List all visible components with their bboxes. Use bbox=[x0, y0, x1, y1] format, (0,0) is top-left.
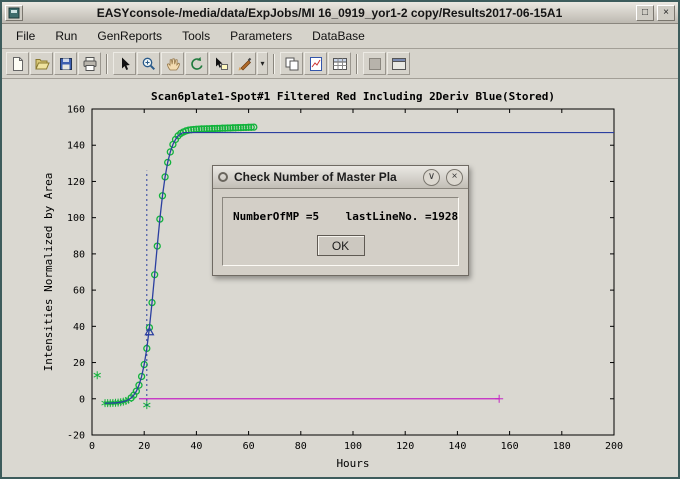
dialog-close-button[interactable]: × bbox=[446, 169, 463, 186]
svg-text:40: 40 bbox=[73, 322, 85, 333]
dialog-collapse-button[interactable]: ∨ bbox=[423, 169, 440, 186]
window-title: EASYconsole-/media/data/ExpJobs/MI 16_09… bbox=[26, 6, 633, 20]
dialog-panel: NumberOfMP =5 lastLineNo. =1928 OK bbox=[222, 197, 459, 266]
svg-text:0: 0 bbox=[79, 394, 85, 405]
svg-text:80: 80 bbox=[73, 249, 85, 260]
dialog-title-bar[interactable]: Check Number of Master Pla ∨ × bbox=[213, 166, 468, 189]
pan-hand-icon bbox=[165, 56, 181, 72]
new-document-button[interactable] bbox=[6, 52, 29, 75]
selection-cursor-button[interactable] bbox=[113, 52, 136, 75]
selection-cursor-icon bbox=[117, 56, 133, 72]
menu-tools[interactable]: Tools bbox=[172, 25, 220, 47]
svg-text:0: 0 bbox=[89, 441, 95, 452]
svg-text:40: 40 bbox=[190, 441, 202, 452]
rotate-button[interactable] bbox=[185, 52, 208, 75]
svg-text:160: 160 bbox=[67, 105, 85, 116]
svg-text:180: 180 bbox=[553, 441, 571, 452]
new-document-icon bbox=[10, 56, 26, 72]
dialog-body: NumberOfMP =5 lastLineNo. =1928 OK bbox=[213, 189, 468, 275]
check-number-dialog: Check Number of Master Pla ∨ × NumberOfM… bbox=[212, 165, 469, 276]
open-folder-icon bbox=[34, 56, 50, 72]
menu-database[interactable]: DataBase bbox=[302, 25, 375, 47]
data-grid-button[interactable] bbox=[328, 52, 351, 75]
plot-canvas[interactable]: 0 20 40 60 80 100 120 140 160 180 200 -20 0 20 40 60 80 1… bbox=[2, 79, 678, 478]
toolbar: ▾ bbox=[2, 49, 678, 79]
figure-document-icon bbox=[308, 56, 324, 72]
zoom-in-button[interactable] bbox=[137, 52, 160, 75]
zoom-in-icon bbox=[141, 56, 157, 72]
data-cursor-icon bbox=[213, 56, 229, 72]
figure-document-button[interactable] bbox=[304, 52, 327, 75]
print-button[interactable] bbox=[78, 52, 101, 75]
window-title-bar[interactable]: EASYconsole-/media/data/ExpJobs/MI 16_09… bbox=[2, 2, 678, 24]
ok-button[interactable]: OK bbox=[317, 235, 365, 256]
app-icon bbox=[8, 7, 20, 19]
paint-brush-icon bbox=[237, 56, 253, 72]
svg-text:140: 140 bbox=[448, 441, 466, 452]
svg-text:20: 20 bbox=[138, 441, 150, 452]
toolbar-separator bbox=[106, 54, 108, 74]
svg-text:60: 60 bbox=[243, 441, 255, 452]
svg-text:120: 120 bbox=[396, 441, 414, 452]
dialog-option-icon bbox=[218, 172, 228, 182]
menu-bar: File Run GenReports Tools Parameters Dat… bbox=[2, 24, 678, 49]
svg-text:140: 140 bbox=[67, 141, 85, 152]
menu-file[interactable]: File bbox=[6, 25, 45, 47]
svg-text:120: 120 bbox=[67, 177, 85, 188]
toolbar-separator bbox=[356, 54, 358, 74]
window-menu-button[interactable] bbox=[5, 5, 23, 21]
maximize-button[interactable]: □ bbox=[636, 5, 654, 21]
dialog-message: NumberOfMP =5 lastLineNo. =1928 bbox=[233, 210, 448, 223]
svg-text:Intensities Normalized by Area: Intensities Normalized by Area bbox=[42, 173, 55, 372]
figure-area: 0 20 40 60 80 100 120 140 160 180 200 -20 0 20 40 60 80 1… bbox=[2, 79, 678, 477]
app-window: EASYconsole-/media/data/ExpJobs/MI 16_09… bbox=[0, 0, 680, 479]
menu-genreports[interactable]: GenReports bbox=[87, 25, 172, 47]
toolbar-separator bbox=[273, 54, 275, 74]
svg-text:Hours: Hours bbox=[336, 457, 369, 470]
menu-parameters[interactable]: Parameters bbox=[220, 25, 302, 47]
paint-brush-button[interactable] bbox=[233, 52, 256, 75]
dialog-title: Check Number of Master Pla bbox=[234, 170, 417, 184]
svg-text:80: 80 bbox=[295, 441, 307, 452]
menu-run[interactable]: Run bbox=[45, 25, 87, 47]
svg-text:200: 200 bbox=[605, 441, 623, 452]
window-layout-button[interactable] bbox=[387, 52, 410, 75]
copy-figure-button[interactable] bbox=[280, 52, 303, 75]
svg-text:Scan6plate1-Spot#1 Filtered Re: Scan6plate1-Spot#1 Filtered Red Includin… bbox=[151, 90, 555, 103]
blank-square-button[interactable] bbox=[363, 52, 386, 75]
save-button[interactable] bbox=[54, 52, 77, 75]
data-grid-icon bbox=[332, 56, 348, 72]
svg-text:60: 60 bbox=[73, 286, 85, 297]
svg-text:20: 20 bbox=[73, 358, 85, 369]
svg-text:160: 160 bbox=[501, 441, 519, 452]
pan-hand-button[interactable] bbox=[161, 52, 184, 75]
blank-square-icon bbox=[367, 56, 383, 72]
rotate-icon bbox=[189, 56, 205, 72]
print-icon bbox=[82, 56, 98, 72]
svg-text:100: 100 bbox=[344, 441, 362, 452]
save-icon bbox=[58, 56, 74, 72]
open-folder-button[interactable] bbox=[30, 52, 53, 75]
svg-text:-20: -20 bbox=[67, 431, 85, 442]
window-layout-icon bbox=[391, 56, 407, 72]
copy-figure-icon bbox=[284, 56, 300, 72]
data-cursor-button[interactable] bbox=[209, 52, 232, 75]
brush-dropdown-button[interactable]: ▾ bbox=[257, 52, 268, 75]
brush-dropdown-icon: ▾ bbox=[260, 59, 264, 68]
close-button[interactable]: × bbox=[657, 5, 675, 21]
svg-text:100: 100 bbox=[67, 213, 85, 224]
